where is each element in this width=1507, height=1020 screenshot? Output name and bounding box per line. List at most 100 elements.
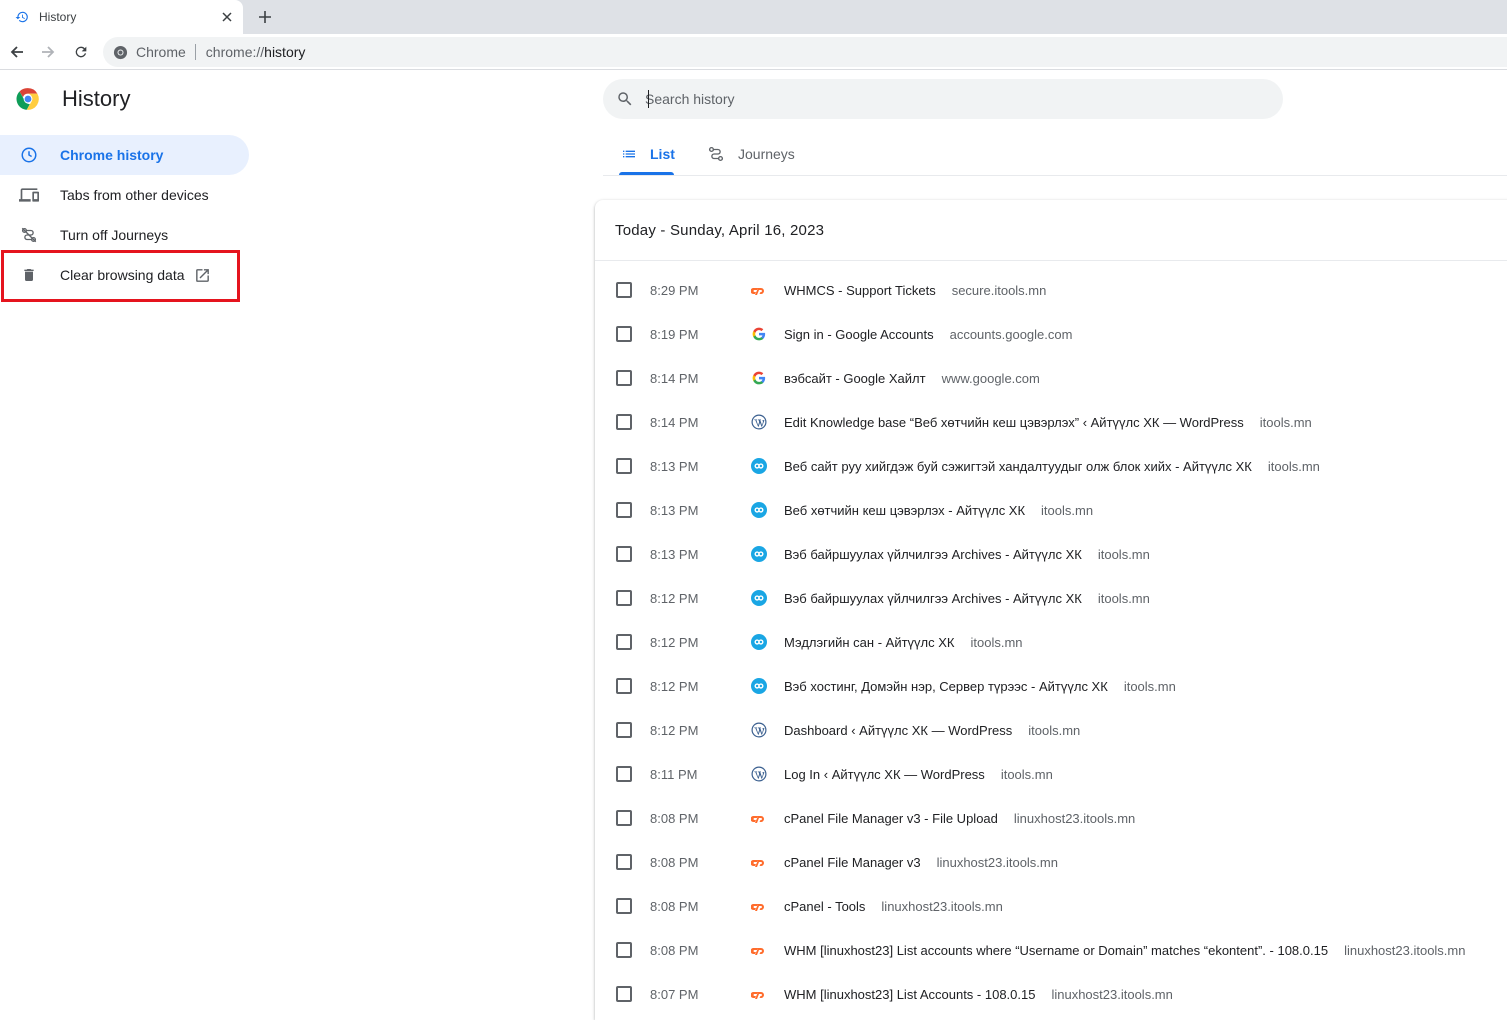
search-icon <box>616 90 634 108</box>
entry-link[interactable]: Вэб байршуулах үйлчилгээ Archives - Айтү… <box>784 591 1150 606</box>
history-entry[interactable]: 8:12 PM Мэдлэгийн сан - Айтүүлс ХК itools.… <box>595 620 1507 664</box>
entry-checkbox[interactable] <box>616 590 632 606</box>
search-box[interactable] <box>603 79 1283 119</box>
history-entry[interactable]: 8:12 PM Dashboard ‹ Айтүүлс ХК — WordPres… <box>595 708 1507 752</box>
entry-title: Edit Knowledge base “Веб хөтчийн кеш цэв… <box>784 414 1244 430</box>
cpanel-icon <box>751 854 767 870</box>
entry-link[interactable]: Веб хөтчийн кеш цэвэрлэх - Айтүүлс ХК ito… <box>784 503 1093 518</box>
journeys-icon <box>707 145 725 163</box>
entry-link[interactable]: Edit Knowledge base “Веб хөтчийн кеш цэв… <box>784 415 1312 430</box>
history-entry[interactable]: 8:19 PM Sign in - Google Accounts accounts… <box>595 312 1507 356</box>
entry-checkbox[interactable] <box>616 722 632 738</box>
entry-link[interactable]: cPanel File Manager v3 linuxhost23.itools… <box>784 855 1058 870</box>
tab-list[interactable]: List <box>621 132 675 175</box>
entry-checkbox[interactable] <box>616 634 632 650</box>
history-entry[interactable]: 8:08 PM cPanel File Manager v3 - File Upl… <box>595 796 1507 840</box>
entry-checkbox[interactable] <box>616 986 632 1002</box>
history-entry[interactable]: 8:14 PM Edit Knowledge base “Веб хөтчийн … <box>595 400 1507 444</box>
history-entry[interactable]: 8:11 PM Log In ‹ Айтүүлс ХК — WordPress it… <box>595 752 1507 796</box>
entry-link[interactable]: вэбсайт - Google Хайлт www.google.com <box>784 371 1040 386</box>
history-entry[interactable]: 8:13 PM Веб сайт руу хийгдэж буй сэжигтэй… <box>595 444 1507 488</box>
cpanel-icon <box>751 986 767 1002</box>
clock-icon <box>19 145 39 165</box>
entry-time: 8:07 PM <box>650 986 699 1002</box>
new-tab-icon[interactable] <box>254 6 276 28</box>
entry-link[interactable]: Sign in - Google Accounts accounts.google… <box>784 327 1072 342</box>
entry-checkbox[interactable] <box>616 502 632 518</box>
sidebar-item-turn-off-journeys[interactable]: Turn off Journeys <box>0 215 249 255</box>
back-icon[interactable] <box>6 41 28 63</box>
history-entry[interactable]: 8:29 PM WHMCS - Support Tickets secure.ito… <box>595 268 1507 312</box>
history-entry[interactable]: 8:08 PM WHM [linuxhost23] List accounts w… <box>595 928 1507 972</box>
entry-time: 8:12 PM <box>650 722 699 738</box>
entry-checkbox[interactable] <box>616 942 632 958</box>
entry-checkbox[interactable] <box>616 854 632 870</box>
history-entry[interactable]: 8:13 PM Вэб байршуулах үйлчилгээ Archives… <box>595 532 1507 576</box>
entry-checkbox[interactable] <box>616 766 632 782</box>
entry-domain: itools.mn <box>1028 722 1081 738</box>
entry-checkbox[interactable] <box>616 898 632 914</box>
cpanel-icon <box>751 942 767 958</box>
address-bar[interactable]: Chrome chrome://history <box>103 37 1507 67</box>
sidebar-item-tabs-from-other-devices[interactable]: Tabs from other devices <box>0 175 249 215</box>
entry-link[interactable]: Вэб хостинг, Домэйн нэр, Сервер түрээс -… <box>784 679 1176 694</box>
page-title: History <box>62 86 131 111</box>
entry-link[interactable]: Log In ‹ Айтүүлс ХК — WordPress itools.mn <box>784 767 1053 782</box>
entry-title: Вэб хостинг, Домэйн нэр, Сервер түрээс -… <box>784 678 1108 694</box>
sidebar-item-label: Turn off Journeys <box>60 227 169 243</box>
forward-icon[interactable] <box>37 41 59 63</box>
history-entry[interactable]: 8:07 PM WHM [linuxhost23] List Accounts -… <box>595 972 1507 1016</box>
entry-domain: itools.mn <box>1000 766 1053 782</box>
entry-checkbox[interactable] <box>616 326 632 342</box>
google-icon <box>751 370 767 386</box>
entry-domain: itools.mn <box>1267 458 1320 474</box>
entry-link[interactable]: cPanel File Manager v3 - File Upload linu… <box>784 811 1135 826</box>
entry-link[interactable]: Мэдлэгийн сан - Айтүүлс ХК itools.mn <box>784 635 1023 650</box>
highlight-annotation <box>1 250 240 302</box>
entry-time: 8:13 PM <box>650 458 699 474</box>
reload-icon[interactable] <box>70 41 92 63</box>
journeys-off-icon <box>19 225 39 245</box>
itools-icon <box>751 458 767 474</box>
entry-link[interactable]: WHMCS - Support Tickets secure.itools.mn <box>784 283 1046 298</box>
history-entry[interactable]: 8:13 PM Веб хөтчийн кеш цэвэрлэх - Айтүүл… <box>595 488 1507 532</box>
browser-tab[interactable]: History <box>0 0 243 34</box>
day-heading: Today - Sunday, April 16, 2023 <box>615 222 825 239</box>
search-input[interactable] <box>645 91 1245 107</box>
entry-time: 8:13 PM <box>650 502 699 518</box>
entry-title: WHM [linuxhost23] List Accounts - 108.0.… <box>784 986 1036 1002</box>
itools-icon <box>751 546 767 562</box>
entry-domain: linuxhost23.itools.mn <box>1013 810 1136 826</box>
entry-domain: www.google.com <box>941 370 1040 386</box>
close-tab-icon[interactable] <box>217 7 237 27</box>
entry-time: 8:11 PM <box>650 766 698 782</box>
entry-link[interactable]: WHM [linuxhost23] List accounts where “U… <box>784 943 1465 958</box>
entry-checkbox[interactable] <box>616 414 632 430</box>
entry-time: 8:12 PM <box>650 678 699 694</box>
sidebar-item-chrome-history[interactable]: Chrome history <box>0 135 249 175</box>
history-entry[interactable]: 8:08 PM cPanel File Manager v3 linuxhost23… <box>595 840 1507 884</box>
entry-title: Dashboard ‹ Айтүүлс ХК — WordPress <box>784 722 1013 738</box>
history-entry[interactable]: 8:08 PM cPanel - Tools linuxhost23.itools.… <box>595 884 1507 928</box>
entry-link[interactable]: Веб сайт руу хийгдэж буй сэжигтэй хандал… <box>784 459 1320 474</box>
entry-link[interactable]: WHM [linuxhost23] List Accounts - 108.0.… <box>784 987 1173 1002</box>
history-entry[interactable]: 8:12 PM Вэб хостинг, Домэйн нэр, Сервер т… <box>595 664 1507 708</box>
entry-title: Вэб байршуулах үйлчилгээ Archives - Айтү… <box>784 590 1082 606</box>
entry-link[interactable]: Вэб байршуулах үйлчилгээ Archives - Айтү… <box>784 547 1150 562</box>
view-tabs: List Journeys <box>603 132 1507 176</box>
toolbar: Chrome chrome://history <box>0 34 1507 70</box>
tab-journeys[interactable]: Journeys <box>707 132 795 175</box>
entry-link[interactable]: Dashboard ‹ Айтүүлс ХК — WordPress itools… <box>784 723 1080 738</box>
entry-checkbox[interactable] <box>616 282 632 298</box>
entry-domain: linuxhost23.itools.mn <box>881 898 1003 914</box>
entry-title: WHMCS - Support Tickets <box>784 282 936 298</box>
history-entry[interactable]: 8:14 PM вэбсайт - Google Хайлт www.google.… <box>595 356 1507 400</box>
entry-link[interactable]: cPanel - Tools linuxhost23.itools.mn <box>784 899 1003 914</box>
itools-icon <box>751 678 767 694</box>
history-entry[interactable]: 8:12 PM Вэб байршуулах үйлчилгээ Archives… <box>595 576 1507 620</box>
entry-checkbox[interactable] <box>616 458 632 474</box>
entry-checkbox[interactable] <box>616 810 632 826</box>
entry-checkbox[interactable] <box>616 370 632 386</box>
entry-checkbox[interactable] <box>616 678 632 694</box>
entry-checkbox[interactable] <box>616 546 632 562</box>
